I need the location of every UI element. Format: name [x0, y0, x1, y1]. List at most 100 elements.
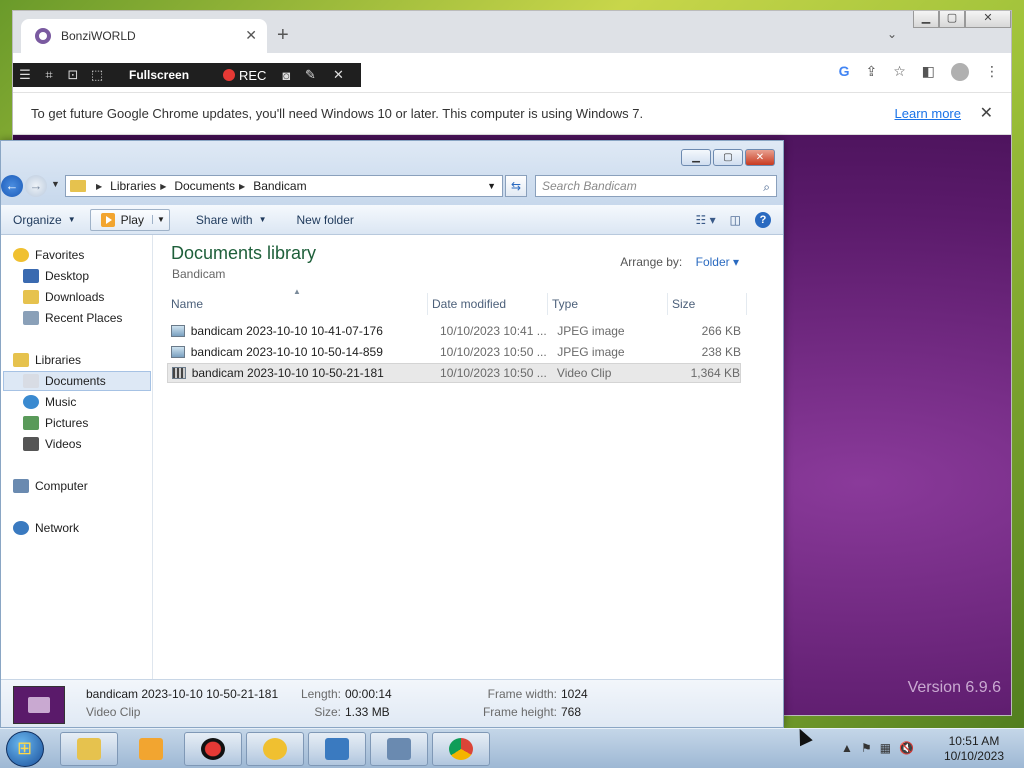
taskbar-remote-desktop[interactable] — [308, 732, 366, 766]
rec-button[interactable]: REC — [223, 68, 266, 83]
profile-avatar-icon[interactable] — [951, 63, 969, 81]
explorer-maximize-button[interactable]: ▢ — [713, 149, 743, 166]
file-row[interactable]: bandicam 2023-10-10 10-50-14-859 10/10/2… — [167, 342, 741, 362]
network-tray-icon[interactable]: ▦ — [880, 741, 891, 755]
chevron-right-icon[interactable]: ▶ — [239, 182, 245, 191]
tab-close-icon[interactable]: ✕ — [245, 27, 257, 44]
remote-desktop-icon — [325, 738, 349, 760]
new-tab-button[interactable]: + — [277, 25, 289, 45]
minimize-button[interactable]: ▁ — [913, 11, 939, 28]
crumb-libraries[interactable]: Libraries — [110, 179, 156, 193]
file-row[interactable]: bandicam 2023-10-10 10-50-21-181 10/10/2… — [167, 363, 741, 383]
nav-pictures[interactable]: Pictures — [23, 413, 88, 433]
explorer-close-button[interactable]: ✕ — [745, 149, 775, 166]
target-icon[interactable]: ⌗ — [37, 67, 61, 83]
nav-recent-places[interactable]: Recent Places — [23, 308, 122, 328]
menu-icon[interactable]: ☰ — [13, 67, 37, 83]
taskbar-on-screen-keyboard[interactable] — [370, 732, 428, 766]
history-dropdown-icon[interactable]: ▼ — [51, 179, 60, 189]
nav-libraries[interactable]: Libraries — [13, 350, 81, 370]
search-icon[interactable]: ⌕ — [763, 177, 770, 197]
close-window-button[interactable]: ✕ — [965, 11, 1011, 28]
play-dropdown-icon[interactable]: ▼ — [151, 215, 169, 224]
clock[interactable]: 10:51 AM 10/10/2023 — [944, 734, 1004, 764]
tab-search-icon[interactable]: ⌄ — [887, 27, 897, 41]
nav-recent-places-label: Recent Places — [45, 311, 123, 325]
new-folder-button[interactable]: New folder — [297, 213, 354, 227]
learn-more-link[interactable]: Learn more — [895, 106, 961, 121]
clock-time: 10:51 AM — [948, 734, 1000, 748]
taskbar-chrome[interactable] — [432, 732, 490, 766]
nav-desktop[interactable]: Desktop — [23, 266, 89, 286]
side-panel-icon[interactable]: ◧ — [922, 63, 935, 81]
video-thumbnail — [13, 686, 65, 724]
show-hidden-icons-icon[interactable]: ▲ — [841, 741, 853, 755]
infobar-close-icon[interactable]: ✕ — [980, 103, 993, 123]
fullscreen-label[interactable]: Fullscreen — [129, 68, 219, 82]
zoom-region-icon[interactable]: ⊡ — [61, 67, 85, 83]
more-menu-icon[interactable]: ⋮ — [985, 63, 999, 81]
file-type: JPEG image — [557, 345, 625, 359]
explorer-folder-icon — [77, 738, 101, 760]
action-center-icon[interactable]: ⚑ — [861, 741, 872, 755]
details-pane: bandicam 2023-10-10 10-50-21-181 Video C… — [1, 679, 783, 727]
recent-places-icon — [23, 311, 39, 325]
chevron-right-icon[interactable]: ▶ — [96, 182, 102, 191]
nav-pictures-label: Pictures — [45, 416, 89, 430]
nav-music[interactable]: Music — [23, 392, 76, 412]
forward-arrow-icon[interactable]: → — [25, 175, 47, 197]
col-type[interactable]: Type — [548, 293, 668, 315]
col-size[interactable]: Size — [668, 293, 747, 315]
chevron-down-icon: ▼ — [67, 215, 76, 224]
bandicam-record-icon — [201, 738, 225, 760]
volume-muted-icon[interactable]: 🔇 — [899, 741, 914, 755]
play-button[interactable]: Play ▼ — [89, 208, 170, 231]
chevron-down-icon: ▼ — [258, 215, 267, 224]
nav-computer[interactable]: Computer — [13, 476, 88, 496]
view-options-icon[interactable]: ☷ ▾ — [696, 213, 716, 227]
back-arrow-icon[interactable]: ← — [1, 175, 23, 197]
maximize-button[interactable]: ▢ — [939, 11, 965, 28]
taskbar-bandicam[interactable] — [184, 732, 242, 766]
crumb-documents[interactable]: Documents — [174, 179, 235, 193]
tab-bonziworld[interactable]: BonziWORLD ✕ — [21, 19, 267, 53]
search-input[interactable]: Search Bandicam ⌕ — [535, 175, 777, 197]
bookmark-star-icon[interactable]: ☆ — [893, 63, 906, 81]
help-icon[interactable]: ? — [755, 211, 771, 228]
arrange-label: Arrange by: — [620, 255, 683, 269]
downloads-folder-icon — [23, 290, 39, 304]
nav-favorites[interactable]: Favorites — [13, 245, 84, 265]
pencil-icon[interactable]: ✎ — [298, 67, 322, 83]
taskbar-media-player[interactable] — [122, 732, 180, 766]
taskbar-explorer[interactable] — [60, 732, 118, 766]
crumb-bandicam[interactable]: Bandicam — [253, 179, 306, 193]
search-placeholder: Search Bandicam — [542, 179, 637, 193]
network-icon — [13, 521, 29, 535]
taskbar-bee-app[interactable] — [246, 732, 304, 766]
preview-pane-icon[interactable]: ◫ — [730, 213, 741, 227]
nav-downloads[interactable]: Downloads — [23, 287, 104, 307]
organize-button[interactable]: Organize ▼ — [13, 213, 76, 227]
share-with-button[interactable]: Share with ▼ — [196, 213, 267, 227]
close-bar-icon[interactable]: ✕ — [326, 67, 350, 83]
camera-icon[interactable]: ◙ — [274, 68, 298, 83]
nav-documents[interactable]: Documents — [3, 371, 151, 391]
address-bar[interactable]: ▶ Libraries ▶ Documents ▶ Bandicam ▼ — [65, 175, 503, 197]
start-button[interactable] — [6, 731, 44, 767]
arrange-dropdown[interactable]: Folder ▾ — [696, 255, 739, 269]
col-name[interactable]: Name — [167, 293, 428, 315]
col-date[interactable]: Date modified — [428, 293, 548, 315]
nav-network[interactable]: Network — [13, 518, 79, 538]
chevron-right-icon[interactable]: ▶ — [160, 182, 166, 191]
explorer-minimize-button[interactable]: ▁ — [681, 149, 711, 166]
nav-music-label: Music — [45, 395, 77, 409]
refresh-icon[interactable]: ⇆ — [505, 175, 527, 197]
nav-videos[interactable]: Videos — [23, 434, 81, 454]
play-icon — [100, 212, 115, 227]
select-region-icon[interactable]: ⬚ — [85, 67, 109, 83]
google-icon[interactable]: G — [839, 63, 850, 81]
address-dropdown-icon[interactable]: ▼ — [487, 181, 496, 191]
share-icon[interactable]: ⇪ — [865, 63, 877, 81]
file-row[interactable]: bandicam 2023-10-10 10-41-07-176 10/10/2… — [167, 321, 741, 341]
organize-label: Organize — [13, 212, 62, 227]
